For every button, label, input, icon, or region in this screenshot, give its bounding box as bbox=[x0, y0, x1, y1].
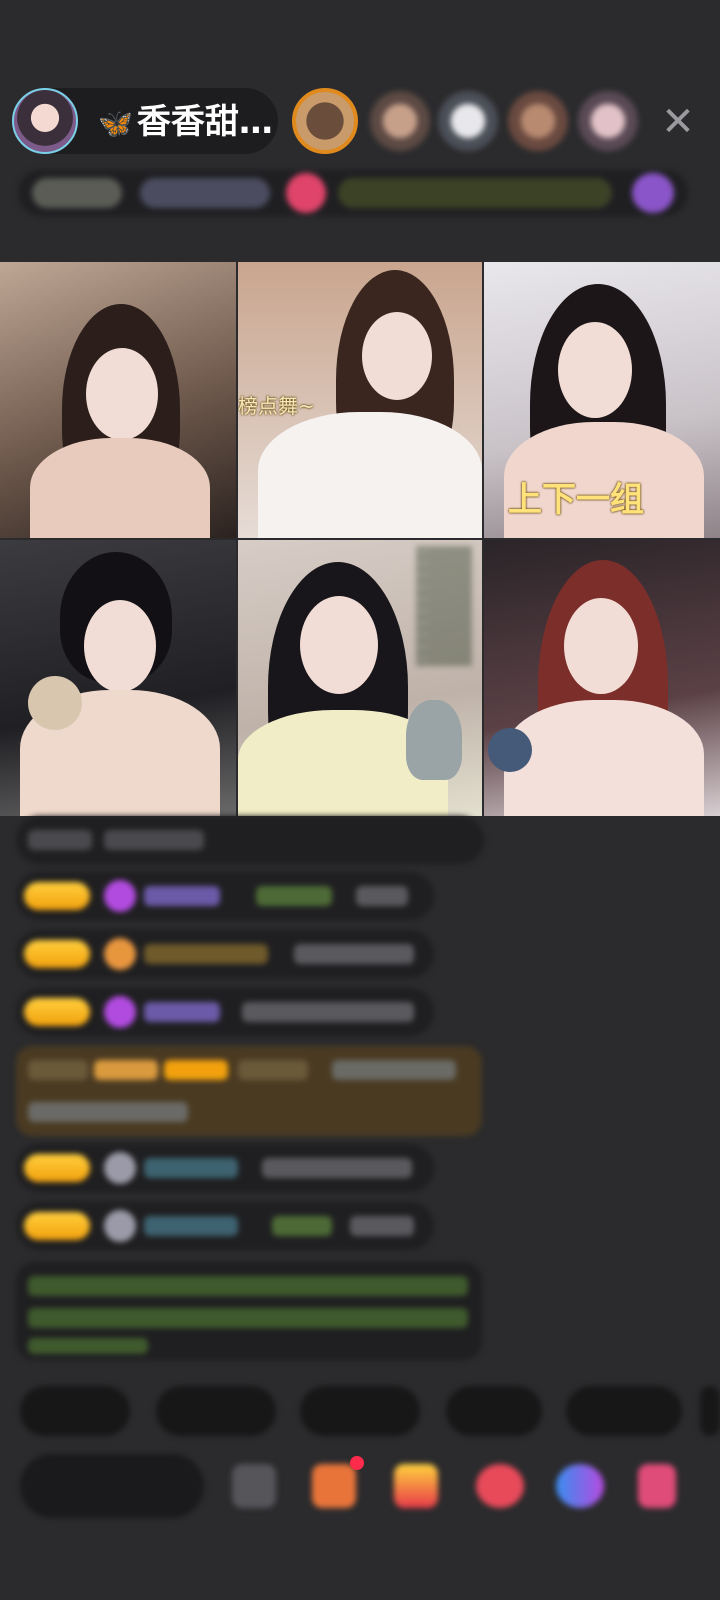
chat-message bbox=[16, 988, 434, 1036]
gift-icon[interactable] bbox=[286, 173, 326, 213]
viewer-avatar-4[interactable] bbox=[508, 91, 568, 151]
video-tile-4[interactable] bbox=[0, 540, 236, 816]
shop-icon[interactable] bbox=[312, 1464, 356, 1508]
gift-icon[interactable] bbox=[394, 1464, 438, 1508]
multi-guest-video-grid: 榜点舞~ 上下一组 ····· ····· ····· ····· ····· ·····… bbox=[0, 262, 720, 816]
video-tile-2[interactable]: 榜点舞~ bbox=[238, 262, 482, 538]
plush-toy bbox=[28, 676, 82, 730]
tile-caption: 上下一组 bbox=[508, 480, 644, 520]
host-avatar[interactable] bbox=[12, 88, 78, 154]
quick-reply-pill[interactable] bbox=[20, 1386, 130, 1436]
video-tile-6[interactable] bbox=[484, 540, 720, 816]
host-name[interactable]: 🦋 香香甜… bbox=[98, 100, 273, 144]
activity-icon[interactable] bbox=[632, 173, 674, 213]
viewer-avatar-3[interactable] bbox=[438, 91, 498, 151]
quick-reply-pill[interactable] bbox=[566, 1386, 682, 1436]
video-tile-5[interactable]: ····· ····· ····· ····· ····· ····· ····· ·····… bbox=[238, 540, 482, 816]
system-notice bbox=[16, 1262, 482, 1360]
viewer-avatar-2[interactable] bbox=[370, 91, 430, 151]
rank-chip[interactable] bbox=[32, 178, 122, 208]
fan-club-icon[interactable] bbox=[476, 1464, 524, 1508]
bottom-action-bar bbox=[20, 1454, 720, 1524]
chat-message bbox=[16, 872, 434, 920]
close-icon[interactable]: ✕ bbox=[656, 100, 700, 144]
quick-reply-pill[interactable] bbox=[300, 1386, 420, 1436]
butterfly-icon: 🦋 bbox=[98, 107, 133, 140]
chat-message bbox=[16, 1144, 434, 1192]
interaction-icon[interactable] bbox=[556, 1464, 604, 1508]
quick-reply-row[interactable] bbox=[20, 1386, 720, 1438]
quick-reply-pill[interactable] bbox=[700, 1386, 720, 1436]
chat-message-highlight bbox=[16, 1046, 482, 1136]
quick-reply-pill[interactable] bbox=[446, 1386, 542, 1436]
popularity-chip[interactable] bbox=[140, 178, 270, 208]
viewer-avatar-1[interactable] bbox=[292, 88, 358, 154]
microphone bbox=[488, 728, 532, 772]
video-tile-1[interactable] bbox=[0, 262, 236, 538]
quick-reply-pill[interactable] bbox=[156, 1386, 276, 1436]
microphone bbox=[406, 700, 462, 780]
more-icon[interactable] bbox=[638, 1464, 676, 1508]
chat-input[interactable] bbox=[20, 1454, 204, 1518]
chat-message bbox=[16, 816, 484, 864]
song-request-list: ····· ····· ····· ····· ····· ····· ····· ·····… bbox=[416, 546, 472, 666]
host-name-text: 香香甜… bbox=[136, 102, 273, 142]
live-info-strip[interactable] bbox=[18, 170, 688, 216]
video-tile-3[interactable]: 上下一组 bbox=[484, 262, 720, 538]
emoji-icon[interactable] bbox=[232, 1464, 276, 1508]
chat-message bbox=[16, 1202, 434, 1250]
tile-caption: 榜点舞~ bbox=[238, 394, 315, 418]
notification-dot bbox=[350, 1456, 364, 1470]
chat-message bbox=[16, 930, 434, 978]
notice-chip[interactable] bbox=[338, 178, 612, 208]
viewer-avatar-5[interactable] bbox=[578, 91, 638, 151]
